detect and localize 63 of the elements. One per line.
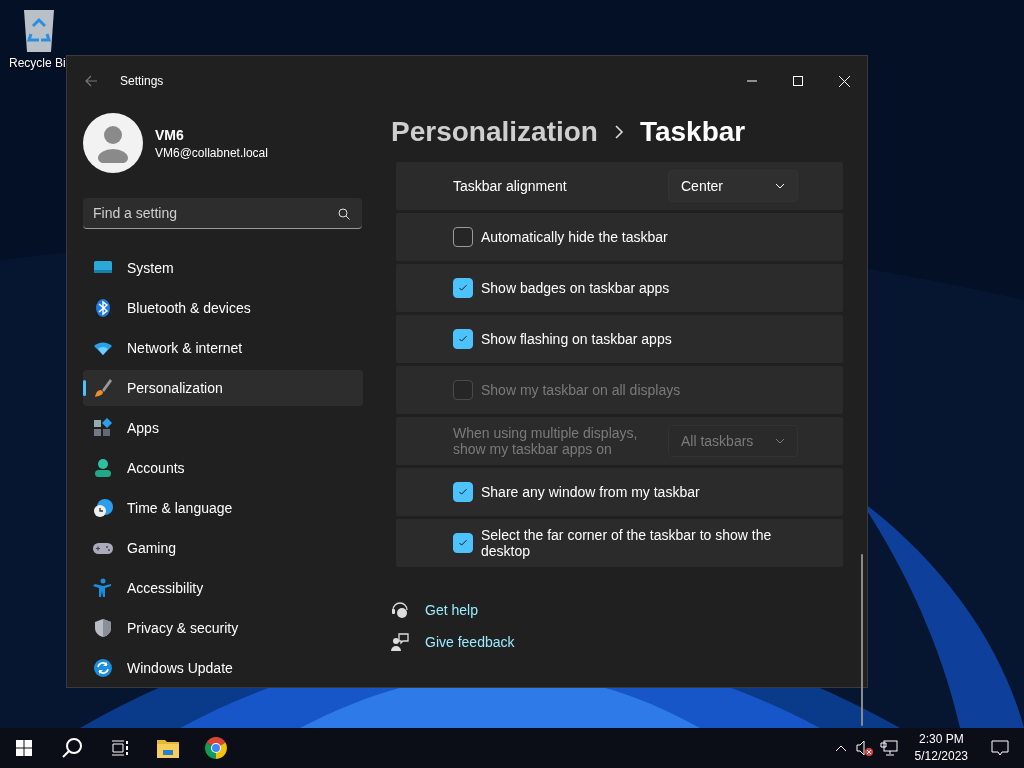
desktop-icon-label: Recycle Bi (9, 56, 66, 70)
person-icon (93, 458, 113, 478)
browser-icon (204, 736, 228, 760)
nav-item[interactable]: Personalization (83, 370, 363, 406)
nav-item[interactable]: Apps (83, 410, 363, 446)
page-title: Taskbar (639, 116, 746, 148)
setting-label: When using multiple displays, show my taskbar apps on (453, 425, 639, 457)
nav-item[interactable]: Accessibility (83, 570, 363, 606)
notification-icon (991, 740, 1009, 756)
link[interactable]: Get help (425, 602, 478, 618)
search-icon (61, 737, 83, 759)
chevron-icon (613, 125, 624, 139)
breadcrumb-parent[interactable]: Personalization (391, 116, 598, 148)
bluetooth-icon (93, 298, 113, 318)
back-arrow-icon[interactable] (84, 74, 98, 88)
brush-icon (93, 378, 113, 398)
nav-item[interactable]: Windows Update (83, 650, 363, 686)
link[interactable]: Give feedback (425, 634, 515, 650)
nav-item[interactable]: Bluetooth & devices (83, 290, 363, 326)
chevron-down-icon (775, 438, 785, 444)
user-name: VM6 (155, 126, 185, 143)
globe-clock-icon (93, 498, 113, 518)
checkbox[interactable] (453, 533, 473, 553)
apps-icon (93, 418, 113, 438)
checkbox[interactable] (453, 329, 473, 349)
help-icon (391, 601, 409, 619)
scrollbar-thumb[interactable] (861, 554, 863, 726)
checkbox[interactable] (453, 278, 473, 298)
checkbox-label: Select the far corner of the taskbar to show the desktop (481, 527, 773, 559)
nav-item[interactable]: System (83, 250, 363, 286)
checkbox-label: Show my taskbar on all displays (481, 382, 681, 398)
nav-item[interactable]: Time & language (83, 490, 363, 526)
folder-icon (157, 738, 179, 758)
checkbox-label: Automatically hide the taskbar (481, 229, 668, 245)
shield-icon (93, 618, 113, 638)
setting-label: Taskbar alignment (453, 178, 568, 194)
search-icon (338, 208, 350, 220)
window-title: Settings (120, 74, 165, 88)
feedback-icon (391, 633, 409, 651)
search-field[interactable]: Find a setting (83, 198, 362, 229)
clock[interactable]: 2:30 PM 5/12/2023 (906, 731, 976, 765)
maximize-icon (793, 76, 803, 86)
network-icon (879, 740, 898, 756)
dropdown[interactable]: Center (668, 170, 798, 202)
nav-item[interactable]: Privacy & security (83, 610, 363, 646)
checkbox-label: Show badges on taskbar apps (481, 280, 670, 296)
chevron-down-icon (775, 183, 785, 189)
update-icon (93, 658, 113, 678)
checkbox-label: Share any window from my taskbar (481, 484, 700, 500)
accessibility-icon (93, 578, 113, 598)
nav-item[interactable]: Network & internet (83, 330, 363, 366)
avatar (83, 113, 143, 173)
chevron-up-icon (834, 744, 847, 752)
checkbox[interactable] (453, 227, 473, 247)
task-view-icon (111, 740, 129, 756)
nav-item[interactable]: Accounts (83, 450, 363, 486)
checkbox-label: Show flashing on taskbar apps (481, 331, 672, 347)
speaker-muted-icon (855, 740, 874, 756)
windows-logo-icon (16, 740, 32, 756)
close-icon (838, 75, 850, 87)
nav-item[interactable]: Gaming (83, 530, 363, 566)
user-email: VM6@collabnet.local (155, 145, 268, 160)
checkbox[interactable] (453, 482, 473, 502)
